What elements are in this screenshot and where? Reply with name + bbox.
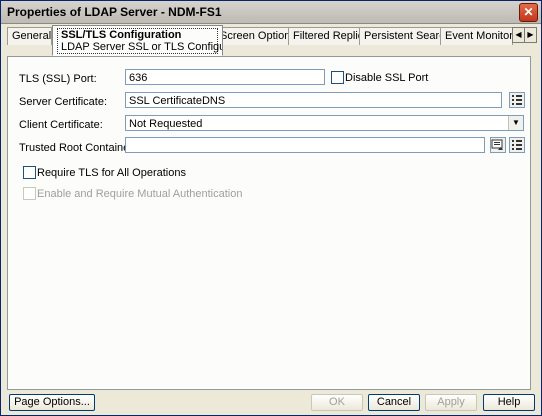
page-options-button[interactable]: Page Options...	[9, 394, 95, 411]
trusted-root-input[interactable]	[125, 137, 485, 153]
require-tls-label: Require TLS for All Operations	[37, 167, 186, 179]
require-tls-checkbox[interactable]	[23, 166, 36, 179]
properties-dialog: Properties of LDAP Server - NDM-FS1 ✕ Ge…	[0, 0, 542, 416]
apply-button: Apply	[425, 394, 477, 411]
tls-port-label: TLS (SSL) Port:	[19, 73, 97, 85]
client-certificate-select[interactable]: Not Requested ▼	[125, 115, 524, 131]
tab-event-monitoring[interactable]: Event Monitorin	[440, 27, 513, 45]
tab-scroll-right-icon[interactable]: ▶	[524, 27, 537, 43]
edit-list-icon[interactable]	[490, 137, 506, 153]
help-button[interactable]: Help	[483, 394, 535, 411]
browse-list-icon[interactable]	[509, 92, 525, 108]
tab-active-subtitle: LDAP Server SSL or TLS Configuration	[61, 41, 222, 53]
tab-active-title: SSL/TLS Configuration	[61, 29, 182, 41]
tab-strip: General SSL/TLS Configuration LDAP Serve…	[7, 25, 537, 57]
client-certificate-label: Client Certificate:	[19, 119, 103, 131]
close-button[interactable]: ✕	[519, 3, 538, 22]
mutual-auth-checkbox	[23, 187, 36, 200]
edit-list-glyph	[491, 139, 503, 150]
disable-ssl-port-label: Disable SSL Port	[345, 72, 429, 84]
tab-active-focus: SSL/TLS Configuration LDAP Server SSL or…	[57, 28, 222, 54]
tls-port-input[interactable]: 636	[125, 69, 325, 85]
tab-ssl-tls-configuration[interactable]: SSL/TLS Configuration LDAP Server SSL or…	[52, 25, 223, 56]
tab-general[interactable]: General	[7, 27, 52, 45]
browse-list-icon[interactable]	[509, 137, 525, 153]
cancel-button[interactable]: Cancel	[368, 394, 420, 411]
tab-panel: TLS (SSL) Port: 636 Disable SSL Port Ser…	[7, 56, 531, 390]
trusted-root-label: Trusted Root Containers:	[19, 142, 142, 154]
chevron-down-icon[interactable]: ▼	[508, 116, 523, 130]
ok-button: OK	[311, 394, 363, 411]
server-certificate-label: Server Certificate:	[19, 96, 108, 108]
client-certificate-value: Not Requested	[129, 118, 203, 130]
tab-persistent-search[interactable]: Persistent Search	[359, 27, 445, 45]
tab-filtered-replica[interactable]: Filtered Replica	[288, 27, 364, 45]
title-bar: Properties of LDAP Server - NDM-FS1 ✕	[1, 1, 541, 24]
dialog-title: Properties of LDAP Server - NDM-FS1	[7, 5, 222, 19]
server-certificate-input[interactable]: SSL CertificateDNS	[125, 92, 502, 108]
browse-list-glyph	[512, 140, 522, 150]
mutual-auth-label: Enable and Require Mutual Authentication	[37, 188, 243, 200]
tab-screen-options[interactable]: Screen Options	[215, 27, 295, 45]
disable-ssl-port-checkbox[interactable]	[331, 71, 344, 84]
browse-list-glyph	[512, 95, 522, 105]
